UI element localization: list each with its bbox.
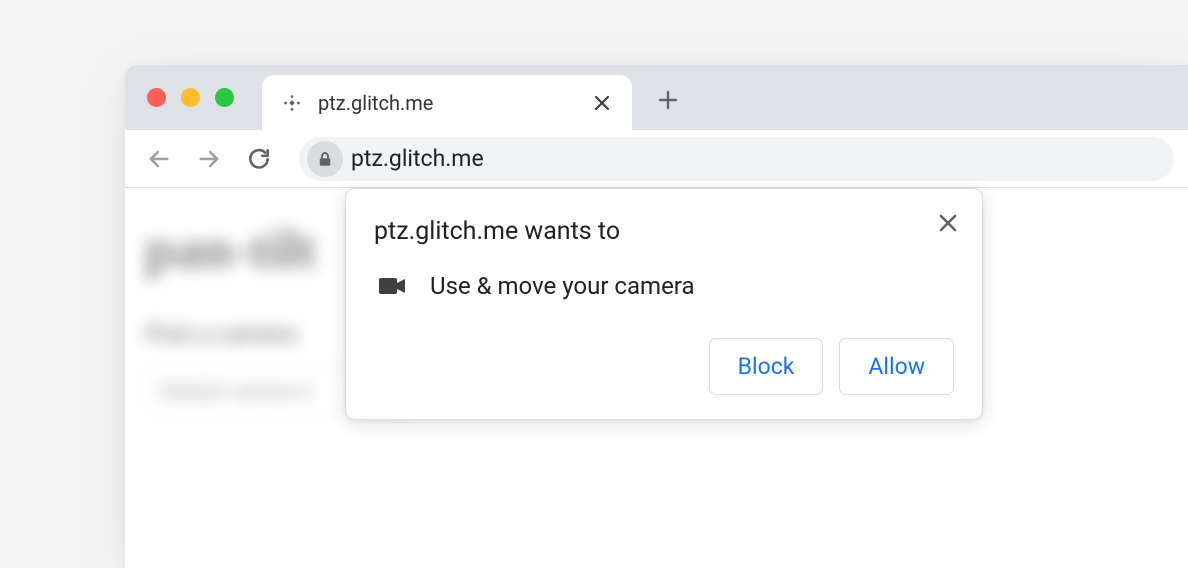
toolbar: ptz.glitch.me: [125, 130, 1188, 188]
camera-icon: [378, 276, 406, 296]
permission-text: Use & move your camera: [430, 272, 695, 300]
maximize-window-button[interactable]: [215, 88, 234, 107]
permission-dialog: ptz.glitch.me wants to Use & move your c…: [345, 188, 983, 420]
site-info-button[interactable]: [307, 141, 343, 177]
tab-strip: ptz.glitch.me: [125, 65, 1188, 130]
close-window-button[interactable]: [147, 88, 166, 107]
permission-row: Use & move your camera: [374, 272, 954, 300]
forward-button[interactable]: [189, 139, 229, 179]
new-tab-button[interactable]: [647, 79, 689, 121]
tab-title: ptz.glitch.me: [318, 91, 590, 115]
block-button[interactable]: Block: [709, 338, 824, 395]
minimize-window-button[interactable]: [181, 88, 200, 107]
back-button[interactable]: [139, 139, 179, 179]
dialog-close-button[interactable]: [934, 209, 962, 237]
lock-icon: [316, 150, 334, 168]
browser-window: ptz.glitch.me: [125, 65, 1188, 568]
allow-button[interactable]: Allow: [839, 338, 954, 395]
url-text: ptz.glitch.me: [351, 145, 484, 172]
tab-close-button[interactable]: [590, 91, 614, 115]
dialog-title: ptz.glitch.me wants to: [374, 217, 954, 246]
dialog-buttons: Block Allow: [374, 338, 954, 395]
browser-tab[interactable]: ptz.glitch.me: [262, 75, 632, 130]
tab-favicon-icon: [280, 91, 304, 115]
reload-button[interactable]: [239, 139, 279, 179]
window-controls: [147, 88, 234, 107]
address-bar[interactable]: ptz.glitch.me: [299, 137, 1174, 181]
